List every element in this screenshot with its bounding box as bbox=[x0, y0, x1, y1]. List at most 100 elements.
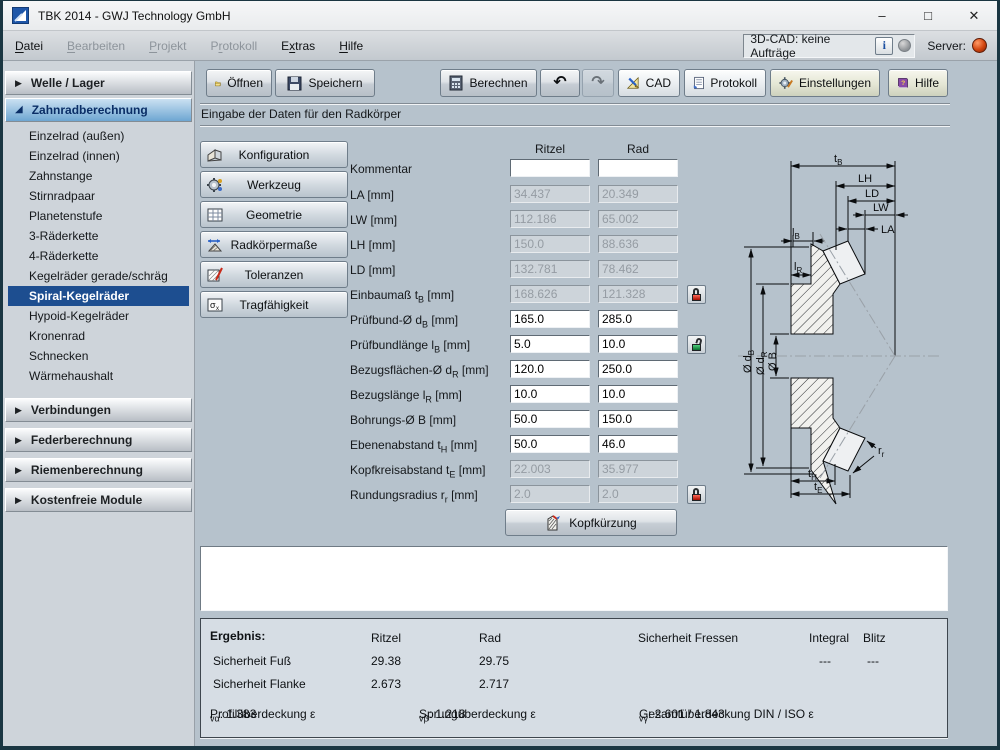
protocol-button[interactable]: Protokoll bbox=[684, 69, 766, 97]
sidebar-item-4-räderkette[interactable]: 4-Räderkette bbox=[8, 246, 189, 266]
sidebar-section-items: Einzelrad (außen)Einzelrad (innen)Zahnst… bbox=[3, 122, 194, 392]
title-bar: TBK 2014 - GWJ Technology GmbH – □ ✕ bbox=[3, 1, 997, 31]
input-bezugsflaechen-dr-rad[interactable] bbox=[598, 360, 678, 378]
sidebar-item-planetenstufe[interactable]: Planetenstufe bbox=[8, 206, 189, 226]
results-col-rad: Rad bbox=[479, 631, 501, 645]
lock-body bbox=[692, 294, 701, 301]
menu-extras[interactable]: Extras bbox=[281, 39, 315, 53]
calculate-button-label: Berechnen bbox=[469, 76, 527, 90]
input-bezugslaenge-lr-ritzel[interactable] bbox=[510, 385, 590, 403]
sidebar-item-zahnstange[interactable]: Zahnstange bbox=[8, 166, 189, 186]
sidebar-item-wärmehaushalt[interactable]: Wärmehaushalt bbox=[8, 366, 189, 386]
triangle-collapsed-icon: ▶ bbox=[15, 466, 22, 475]
field-label-pruefbund-db: Prüfbund-Ø dB [mm] bbox=[350, 313, 458, 329]
window-title: TBK 2014 - GWJ Technology GmbH bbox=[38, 9, 231, 23]
menu-datei[interactable]: Datei bbox=[15, 39, 43, 53]
sidebar-section-label: Federberechnung bbox=[31, 433, 132, 447]
settings-button[interactable]: Einstellungen bbox=[770, 69, 880, 97]
dim-label-LA: LA bbox=[881, 224, 895, 236]
open-button-label: Öffnen bbox=[227, 76, 263, 90]
nav-button-werkzeug[interactable]: Werkzeug bbox=[200, 171, 348, 198]
field-label-lh: LH [mm] bbox=[350, 238, 395, 252]
input-kommentar-rad[interactable] bbox=[598, 159, 678, 177]
sidebar-item-kronenrad[interactable]: Kronenrad bbox=[8, 326, 189, 346]
lock-icon-einbaumass-tb[interactable] bbox=[687, 285, 706, 304]
menu-hilfe[interactable]: Hilfe bbox=[339, 39, 363, 53]
field-label-ebenenabstand-th: Ebenenabstand tH [mm] bbox=[350, 438, 477, 454]
input-bohrungs-b-ritzel[interactable] bbox=[510, 410, 590, 428]
input-bezugslaenge-lr-rad[interactable] bbox=[598, 385, 678, 403]
dimension-arrows-icon bbox=[206, 236, 224, 254]
minimize-button[interactable]: – bbox=[859, 1, 905, 30]
menu-bearbeiten[interactable]: Bearbeiten bbox=[67, 39, 125, 53]
open-button[interactable]: Öffnen bbox=[206, 69, 272, 97]
triangle-collapsed-icon: ▶ bbox=[15, 406, 22, 415]
nav-button-konfiguration[interactable]: Konfiguration bbox=[200, 141, 348, 168]
sidebar-item-einzelrad-innen[interactable]: Einzelrad (innen) bbox=[8, 146, 189, 166]
result-row-label: Sicherheit Fuß bbox=[213, 654, 291, 668]
help-button[interactable]: ? Hilfe bbox=[888, 69, 948, 97]
lock-icon-rundungsradius-rr[interactable] bbox=[687, 485, 706, 504]
menu-protokoll[interactable]: Protokoll bbox=[210, 39, 257, 53]
input-pruefbund-db-ritzel[interactable] bbox=[510, 310, 590, 328]
result-footer-profil: Profilüberdeckung εvα: 1.383 bbox=[210, 707, 220, 723]
result-value: --- bbox=[819, 654, 831, 668]
sidebar-section-federberechnung[interactable]: ▶Federberechnung bbox=[5, 428, 192, 452]
nav-button-geometrie[interactable]: Geometrie bbox=[200, 201, 348, 228]
nav-button-tragfähigkeit[interactable]: σxTragfähigkeit bbox=[200, 291, 348, 318]
result-row-label: Sicherheit Flanke bbox=[213, 677, 306, 691]
input-bohrungs-b-rad[interactable] bbox=[598, 410, 678, 428]
sidebar-item-hypoid-kegelräder[interactable]: Hypoid-Kegelräder bbox=[8, 306, 189, 326]
field-label-pruefbundlaenge-lb: Prüfbundlänge lB [mm] bbox=[350, 338, 470, 354]
sidebar-section-kostenfreie-module[interactable]: ▶Kostenfreie Module bbox=[5, 488, 192, 512]
svg-text:?: ? bbox=[901, 80, 905, 87]
sidebar-section-verbindungen[interactable]: ▶Verbindungen bbox=[5, 398, 192, 422]
save-button[interactable]: Speichern bbox=[275, 69, 375, 97]
input-ebenenabstand-th-rad[interactable] bbox=[598, 435, 678, 453]
sidebar-section-riemenberechnung[interactable]: ▶Riemenberechnung bbox=[5, 458, 192, 482]
nav-button-label: Konfiguration bbox=[239, 148, 310, 162]
redo-button[interactable]: ↷ bbox=[582, 69, 614, 97]
undo-button[interactable]: ↶ bbox=[540, 69, 580, 97]
sidebar-section-label: Welle / Lager bbox=[31, 76, 105, 90]
result-value: 29.38 bbox=[371, 654, 401, 668]
input-kommentar-ritzel[interactable] bbox=[510, 159, 590, 177]
calculate-button[interactable]: Berechnen bbox=[440, 69, 537, 97]
save-button-label: Speichern bbox=[308, 76, 362, 90]
input-bezugsflaechen-dr-ritzel[interactable] bbox=[510, 360, 590, 378]
close-button[interactable]: ✕ bbox=[951, 1, 997, 30]
nav-button-toleranzen[interactable]: Toleranzen bbox=[200, 261, 348, 288]
dim-label-lB: lB bbox=[792, 227, 800, 241]
kopfkuerzung-button[interactable]: Kopfkürzung bbox=[505, 509, 677, 536]
field-label-bohrungs-b: Bohrungs-Ø B [mm] bbox=[350, 413, 456, 427]
input-ebenenabstand-th-ritzel[interactable] bbox=[510, 435, 590, 453]
window-controls: – □ ✕ bbox=[859, 1, 997, 30]
info-button[interactable]: i bbox=[875, 37, 893, 55]
result-value: 2.717 bbox=[479, 677, 509, 691]
menu-projekt[interactable]: Projekt bbox=[149, 39, 186, 53]
sidebar-item-3-räderkette[interactable]: 3-Räderkette bbox=[8, 226, 189, 246]
sidebar-item-schnecken[interactable]: Schnecken bbox=[8, 346, 189, 366]
server-status-indicator bbox=[972, 38, 987, 53]
cad-status-text: 3D-CAD: keine Aufträge bbox=[750, 32, 875, 60]
cad-status-indicator bbox=[898, 39, 911, 52]
cad-button[interactable]: CAD bbox=[618, 69, 680, 97]
lock-body bbox=[692, 494, 701, 501]
dim-label-lR: lR bbox=[794, 261, 802, 275]
sidebar-item-einzelrad-außen[interactable]: Einzelrad (außen) bbox=[8, 126, 189, 146]
nav-button-radkörpermaße[interactable]: Radkörpermaße bbox=[200, 231, 348, 258]
dim-label-dB: Ø dB bbox=[742, 350, 756, 373]
sidebar-item-stirnradpaar[interactable]: Stirnradpaar bbox=[8, 186, 189, 206]
sidebar-section-welle-lager[interactable]: ▶Welle / Lager bbox=[5, 71, 192, 95]
sidebar-item-spiral-kegelräder[interactable]: Spiral-Kegelräder bbox=[8, 286, 189, 306]
dim-label-LH: LH bbox=[858, 173, 872, 185]
maximize-button[interactable]: □ bbox=[905, 1, 951, 30]
open-folder-icon bbox=[215, 76, 221, 91]
input-pruefbundlaenge-lb-ritzel[interactable] bbox=[510, 335, 590, 353]
input-pruefbund-db-rad[interactable] bbox=[598, 310, 678, 328]
unlock-icon-pruefbundlaenge-lb[interactable] bbox=[687, 335, 706, 354]
dim-label-rr: rr bbox=[878, 445, 885, 459]
sidebar-item-kegelräder-gerade-schräg[interactable]: Kegelräder gerade/schräg bbox=[8, 266, 189, 286]
sidebar-section-zahnradberechnung[interactable]: ◢Zahnradberechnung bbox=[5, 98, 192, 122]
input-pruefbundlaenge-lb-rad[interactable] bbox=[598, 335, 678, 353]
